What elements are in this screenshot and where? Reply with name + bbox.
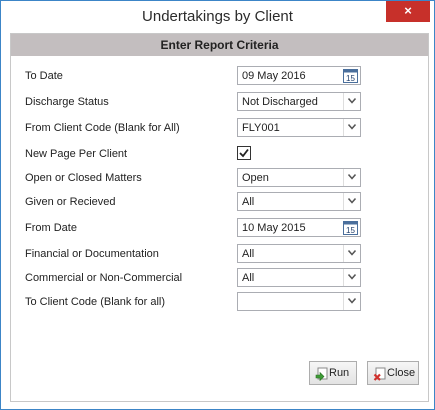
open-closed-matters-select[interactable]: Open [237,168,361,187]
window-close-button[interactable]: × [386,1,430,22]
panel-header: Enter Report Criteria [11,34,428,56]
row-from-client-code: From Client Code (Blank for All) FLY001 [11,118,428,138]
from-date-label: From Date [25,222,77,234]
chevron-down-icon[interactable] [343,245,360,262]
open-closed-matters-label: Open or Closed Matters [25,172,142,184]
close-button-label: Close [387,367,416,379]
financial-documentation-label: Financial or Documentation [25,248,159,260]
discharge-status-label: Discharge Status [25,96,109,108]
discharge-status-value: Not Discharged [242,96,318,108]
commercial-noncommercial-value: All [242,272,255,284]
chevron-down-icon[interactable] [343,119,360,136]
given-received-label: Given or Recieved [25,196,116,208]
from-client-code-label: From Client Code (Blank for All) [25,122,180,134]
calendar-day-text: 15 [346,74,355,83]
to-client-code-label: To Client Code (Blank for all) [25,296,166,308]
row-to-client-code: To Client Code (Blank for all) [11,292,428,312]
from-date-value: 10 May 2015 [242,222,306,234]
window-title: Undertakings by Client [142,8,293,25]
commercial-noncommercial-select[interactable]: All [237,268,361,287]
calendar-icon[interactable]: 15 [343,68,358,83]
given-received-value: All [242,196,255,208]
close-icon [373,367,387,381]
row-financial-documentation: Financial or Documentation All [11,244,428,264]
chevron-down-icon[interactable] [343,169,360,186]
to-date-label: To Date [25,70,63,82]
from-client-code-value: FLY001 [242,122,280,134]
report-criteria-panel: Enter Report Criteria To Date 09 May 201… [10,33,429,402]
open-closed-matters-value: Open [242,172,269,184]
run-button-label: Run [329,367,350,379]
financial-documentation-value: All [242,248,255,260]
dialog-window: Undertakings by Client × Enter Report Cr… [0,0,435,410]
row-given-received: Given or Recieved All [11,192,428,212]
calendar-day-text: 15 [346,226,355,235]
to-client-code-select[interactable] [237,292,361,311]
close-button[interactable]: Close [367,361,419,385]
chevron-down-icon[interactable] [343,293,360,310]
to-date-field[interactable]: 09 May 2016 15 [237,66,361,85]
to-date-value: 09 May 2016 [242,70,306,82]
row-to-date: To Date 09 May 2016 15 [11,66,428,86]
checkmark-icon [239,148,249,158]
commercial-noncommercial-label: Commercial or Non-Commercial [25,272,183,284]
row-discharge-status: Discharge Status Not Discharged [11,92,428,112]
chevron-down-icon[interactable] [343,93,360,110]
run-icon [315,367,329,382]
given-received-select[interactable]: All [237,192,361,211]
title-bar: Undertakings by Client × [1,1,434,31]
run-button[interactable]: Run [309,361,357,385]
new-page-per-client-label: New Page Per Client [25,148,128,160]
row-from-date: From Date 10 May 2015 15 [11,218,428,238]
discharge-status-select[interactable]: Not Discharged [237,92,361,111]
calendar-icon[interactable]: 15 [343,220,358,235]
row-commercial-noncommercial: Commercial or Non-Commercial All [11,268,428,288]
from-date-field[interactable]: 10 May 2015 15 [237,218,361,237]
row-open-closed-matters: Open or Closed Matters Open [11,168,428,188]
financial-documentation-select[interactable]: All [237,244,361,263]
row-new-page-per-client: New Page Per Client [11,144,428,164]
chevron-down-icon[interactable] [343,193,360,210]
from-client-code-select[interactable]: FLY001 [237,118,361,137]
new-page-per-client-checkbox[interactable] [237,146,251,160]
chevron-down-icon[interactable] [343,269,360,286]
